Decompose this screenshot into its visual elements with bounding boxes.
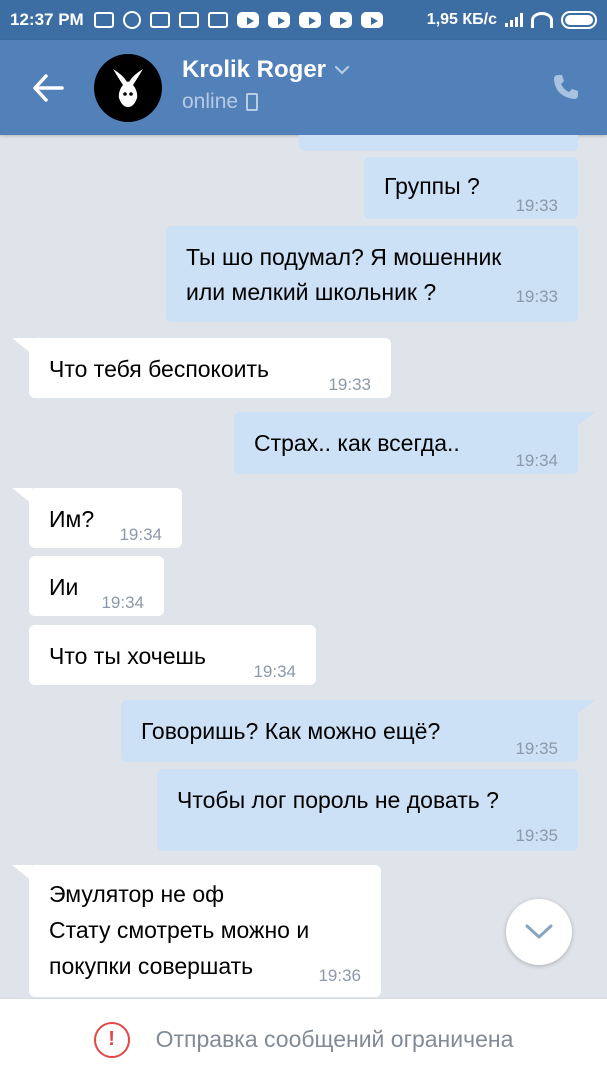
message-bubble[interactable]: Что ты хочешь 19:34 bbox=[29, 625, 316, 685]
message-time: 19:34 bbox=[253, 662, 296, 681]
scroll-down-button[interactable] bbox=[506, 899, 572, 965]
message-time: 19:33 bbox=[515, 196, 558, 215]
rabbit-icon bbox=[113, 69, 143, 107]
message-bubble[interactable]: Ии 19:34 bbox=[29, 556, 164, 616]
message-text: Страх.. как всегда.. bbox=[254, 430, 460, 456]
message-time: 19:35 bbox=[515, 739, 558, 758]
message-time: 19:34 bbox=[515, 451, 558, 470]
chevron-down-icon bbox=[525, 924, 553, 939]
youtube-icon bbox=[360, 12, 383, 28]
restriction-notice: ! Отправка сообщений ограничена bbox=[0, 998, 607, 1080]
message-bubble[interactable]: Чтобы лог пороль не довать ? 19:35 bbox=[157, 769, 578, 851]
message-text: Говоришь? Как можно ещё? bbox=[141, 718, 441, 744]
message-time: 19:33 bbox=[515, 287, 558, 306]
youtube-icon bbox=[267, 12, 290, 28]
notification-icons bbox=[93, 11, 383, 29]
message-text: Ты шо подумал? Я мошенник bbox=[186, 244, 502, 270]
contact-name[interactable]: Krolik Roger bbox=[182, 56, 350, 84]
status-label: online bbox=[182, 90, 239, 113]
call-button[interactable] bbox=[549, 70, 583, 104]
message-bubble[interactable]: Что тебя беспокоить 19:33 bbox=[29, 338, 391, 398]
status-bar: 12:37 PM 1,95 КБ/с bbox=[0, 0, 607, 40]
message-text: Что тебя беспокоить bbox=[49, 356, 270, 382]
youtube-icon bbox=[329, 12, 352, 28]
message-bubble[interactable]: Говоришь? Как можно ещё? 19:35 bbox=[121, 700, 578, 762]
chrome-icon bbox=[122, 11, 141, 29]
back-button[interactable] bbox=[0, 40, 96, 135]
contact-status: online bbox=[182, 90, 350, 114]
message-time: 19:36 bbox=[318, 966, 361, 985]
message-time: 19:34 bbox=[101, 593, 144, 612]
mobile-icon bbox=[246, 93, 259, 111]
message-list[interactable]: Группы ? 19:33 Ты шо подумал? Я мошенник… bbox=[0, 135, 607, 998]
battery-icon bbox=[561, 11, 597, 29]
arrow-left-icon bbox=[33, 73, 64, 102]
status-time: 12:37 PM bbox=[10, 10, 84, 29]
message-time: 19:35 bbox=[515, 826, 558, 845]
message-text: Группы ? bbox=[384, 173, 480, 199]
chat-header: Krolik Roger online bbox=[0, 40, 607, 135]
contact-name-label: Krolik Roger bbox=[182, 56, 327, 83]
message-text: покупки совершать bbox=[49, 953, 254, 979]
message-text: Им? bbox=[49, 506, 95, 532]
message-bubble[interactable]: Эмулятор не оф Стату смотреть можно и по… bbox=[29, 865, 381, 997]
message-time: 19:33 bbox=[328, 375, 371, 394]
wifi-icon bbox=[531, 12, 553, 28]
restriction-text: Отправка сообщений ограничена bbox=[155, 1026, 514, 1052]
warning-icon: ! bbox=[93, 1021, 130, 1058]
chevron-down-icon bbox=[334, 65, 350, 75]
message-bubble[interactable]: Группы ? 19:33 bbox=[364, 157, 578, 219]
youtube-icon bbox=[236, 12, 259, 28]
message-bubble[interactable]: Страх.. как всегда.. 19:34 bbox=[234, 412, 578, 474]
bubble-tail bbox=[575, 412, 595, 428]
network-speed: 1,95 КБ/с bbox=[426, 11, 497, 28]
message-bubble[interactable]: Им? 19:34 bbox=[29, 488, 182, 548]
avatar[interactable] bbox=[94, 54, 162, 122]
phone-icon bbox=[554, 75, 578, 99]
message-text: Стату смотреть можно и bbox=[49, 917, 310, 943]
instagram-icon bbox=[207, 12, 228, 28]
gmail-icon bbox=[178, 12, 199, 28]
message-bubble[interactable]: Ты шо подумал? Я мошенник или мелкий шко… bbox=[166, 226, 578, 322]
mail-icon bbox=[93, 12, 114, 28]
bubble-tail bbox=[575, 700, 595, 716]
message-text: Чтобы лог пороль не довать ? bbox=[177, 787, 499, 813]
game-icon bbox=[149, 12, 170, 28]
message-bubble-partial bbox=[299, 135, 578, 151]
message-text: или мелкий школьник ? bbox=[186, 279, 437, 305]
youtube-icon bbox=[298, 12, 321, 28]
message-text: Эмулятор не оф bbox=[49, 881, 225, 907]
message-text: Что ты хочешь bbox=[49, 643, 206, 669]
message-time: 19:34 bbox=[119, 525, 162, 544]
message-text: Ии bbox=[49, 574, 79, 600]
signal-icon bbox=[505, 13, 523, 27]
